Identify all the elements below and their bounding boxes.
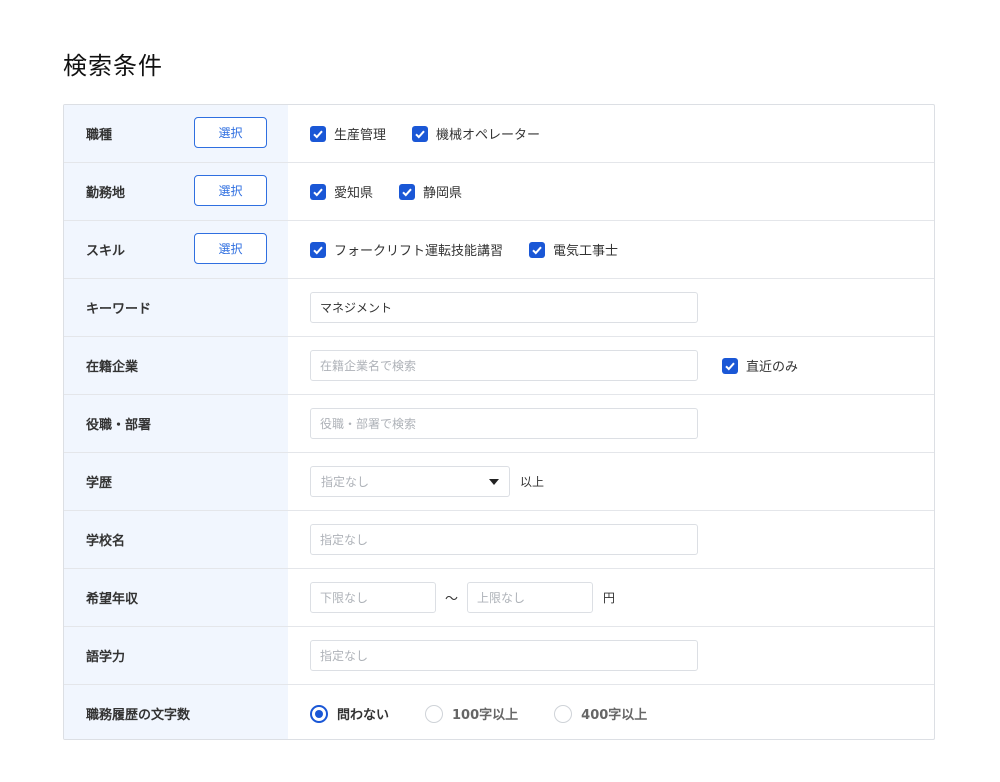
- checkbox-label: 静岡県: [423, 186, 463, 201]
- checkbox-label: 生産管理: [334, 128, 387, 143]
- education-label: 学歴: [86, 476, 113, 491]
- checkbox-label: 愛知県: [334, 186, 374, 201]
- resume-length-radio-any[interactable]: 問わない: [310, 704, 389, 723]
- row-label: 在籍企業: [64, 337, 288, 394]
- checkbox-label: フォークリフト運転技能講習: [334, 244, 504, 259]
- position-label: 役職・部署: [86, 418, 152, 433]
- education-suffix: 以上: [520, 475, 545, 489]
- position-search-input[interactable]: [310, 408, 698, 439]
- job-type-checkbox-1[interactable]: 生産管理: [310, 124, 386, 143]
- caret-down-icon: [489, 478, 499, 485]
- language-label: 語学力: [86, 650, 126, 665]
- checkbox-checked-icon: [412, 125, 429, 142]
- radio-label: 400字以上: [581, 708, 648, 723]
- checkbox-label: 電気工事士: [553, 244, 619, 259]
- salary-range-separator: 〜: [445, 592, 459, 607]
- row-label: 学歴: [64, 453, 288, 510]
- keyword-input[interactable]: [310, 292, 698, 323]
- company-label: 在籍企業: [86, 360, 139, 375]
- school-input[interactable]: [310, 524, 698, 555]
- education-select[interactable]: 指定なし: [310, 466, 510, 497]
- row-skill: スキル 選択 フォークリフト運転技能講習 電気工事士: [64, 221, 934, 279]
- row-keyword: キーワード: [64, 279, 934, 337]
- radio-unselected-icon: [425, 704, 444, 723]
- school-label: 学校名: [86, 534, 126, 549]
- checkbox-checked-icon: [310, 241, 326, 258]
- salary-max-input[interactable]: [467, 582, 594, 613]
- checkbox-checked-icon: [529, 241, 546, 258]
- row-label: 勤務地 選択: [64, 163, 288, 220]
- job-type-checkbox-2[interactable]: 機械オペレーター: [412, 124, 540, 143]
- company-search-input[interactable]: [310, 350, 698, 381]
- salary-unit: 円: [603, 591, 616, 605]
- row-position: 役職・部署: [64, 395, 934, 453]
- page-title: 検索条件: [63, 52, 163, 80]
- work-location-label: 勤務地: [86, 186, 126, 201]
- job-type-select-button[interactable]: 選択: [194, 117, 267, 148]
- checkbox-label: 機械オペレーター: [436, 128, 541, 143]
- row-school: 学校名: [64, 511, 934, 569]
- row-label: 職務履歴の文字数: [64, 685, 288, 739]
- skill-checkbox-1[interactable]: フォークリフト運転技能講習: [310, 240, 503, 259]
- skill-select-button[interactable]: 選択: [194, 233, 267, 264]
- row-resume-length: 職務履歴の文字数 問わない 100字以上 400字以上: [64, 685, 934, 739]
- row-label: スキル 選択: [64, 221, 288, 278]
- checkbox-checked-icon: [399, 183, 416, 200]
- resume-length-radio-400[interactable]: 400字以上: [554, 704, 647, 723]
- job-type-label: 職種: [86, 128, 113, 143]
- row-label: 学校名: [64, 511, 288, 568]
- row-job-type: 職種 選択 生産管理 機械オペレーター: [64, 105, 934, 163]
- row-company: 在籍企業 直近のみ: [64, 337, 934, 395]
- row-label: 役職・部署: [64, 395, 288, 452]
- row-label: 希望年収: [64, 569, 288, 626]
- radio-label: 100字以上: [452, 708, 519, 723]
- row-salary: 希望年収 〜 円: [64, 569, 934, 627]
- skill-checkbox-2[interactable]: 電気工事士: [529, 240, 618, 259]
- search-conditions-panel: 職種 選択 生産管理 機械オペレーター 勤務地 選択 愛知県 静岡県 スキル 選…: [63, 104, 935, 740]
- row-label: 職種 選択: [64, 105, 288, 162]
- radio-label: 問わない: [337, 708, 390, 723]
- work-location-checkbox-1[interactable]: 愛知県: [310, 182, 373, 201]
- checkbox-label: 直近のみ: [746, 360, 799, 375]
- education-selected-value: 指定なし: [321, 475, 370, 489]
- row-label: 語学力: [64, 627, 288, 684]
- checkbox-checked-icon: [310, 183, 326, 200]
- resume-length-label: 職務履歴の文字数: [86, 708, 191, 723]
- skill-label: スキル: [86, 244, 126, 259]
- row-work-location: 勤務地 選択 愛知県 静岡県: [64, 163, 934, 221]
- salary-label: 希望年収: [86, 592, 139, 607]
- checkbox-checked-icon: [310, 125, 326, 142]
- work-location-checkbox-2[interactable]: 静岡県: [399, 182, 462, 201]
- resume-length-radio-100[interactable]: 100字以上: [425, 704, 518, 723]
- row-education: 学歴 指定なし 以上: [64, 453, 934, 511]
- radio-unselected-icon: [554, 704, 573, 723]
- radio-selected-icon: [310, 704, 328, 723]
- row-language: 語学力: [64, 627, 934, 685]
- keyword-label: キーワード: [86, 302, 152, 317]
- row-label: キーワード: [64, 279, 288, 336]
- language-input[interactable]: [310, 640, 698, 671]
- recent-only-checkbox[interactable]: 直近のみ: [722, 356, 798, 375]
- work-location-select-button[interactable]: 選択: [194, 175, 267, 206]
- checkbox-checked-icon: [722, 357, 738, 374]
- salary-min-input[interactable]: [310, 582, 436, 613]
